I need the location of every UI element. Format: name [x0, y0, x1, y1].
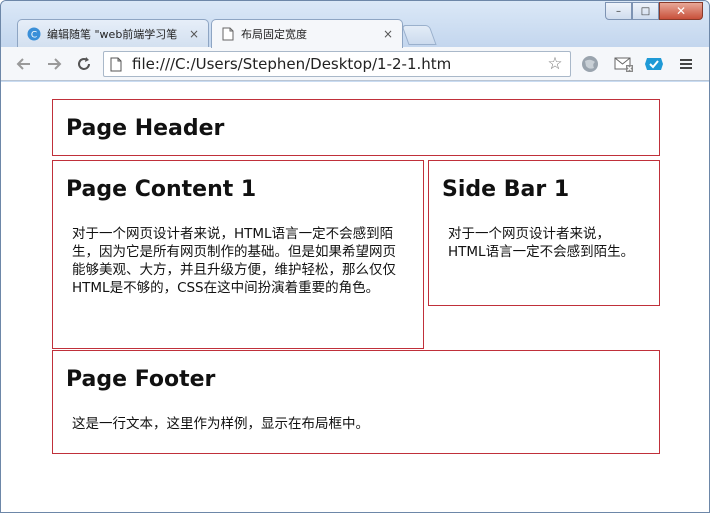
close-tab-icon[interactable]: × — [186, 27, 202, 41]
tab-layout-fixed-width[interactable]: 布局固定宽度 × — [211, 19, 403, 48]
mail-icon[interactable] — [613, 54, 635, 74]
page-icon — [110, 57, 128, 72]
title-bar: C 编辑随笔 "web前端学习笔 × 布局固定宽度 × – □ ✕ — [1, 1, 709, 48]
maximize-button[interactable]: □ — [632, 2, 659, 20]
svg-text:C: C — [31, 30, 37, 40]
tab-title: 布局固定宽度 — [241, 28, 307, 41]
page-footer-box: Page Footer 这是一行文本，这里作为样例，显示在布局框中。 — [52, 350, 660, 454]
tab-editor[interactable]: C 编辑随笔 "web前端学习笔 × — [17, 19, 209, 47]
page-header-box: Page Header — [52, 99, 660, 156]
page-footer-title: Page Footer — [66, 367, 216, 392]
page-content-box: Page Content 1 对于一个网页设计者来说，HTML语言一定不会感到陌… — [52, 160, 424, 349]
page-content-title: Page Content 1 — [66, 177, 257, 202]
star-icon[interactable]: ☆ — [544, 54, 566, 74]
page-icon — [221, 27, 235, 41]
blog-favicon-icon: C — [27, 27, 41, 41]
extension-check-icon[interactable] — [643, 54, 665, 74]
close-window-button[interactable]: ✕ — [659, 2, 703, 20]
close-tab-icon[interactable]: × — [380, 27, 396, 41]
address-bar[interactable]: file:///C:/Users/Stephen/Desktop/1-2-1.h… — [103, 51, 571, 77]
reload-icon[interactable] — [73, 53, 95, 75]
page-content-text: 对于一个网页设计者来说，HTML语言一定不会感到陌生，因为它是所有网页制作的基础… — [72, 226, 396, 296]
forward-arrow-icon[interactable] — [43, 53, 65, 75]
page-footer-text: 这是一行文本，这里作为样例，显示在布局框中。 — [72, 416, 369, 432]
browser-toolbar: file:///C:/Users/Stephen/Desktop/1-2-1.h… — [1, 47, 709, 81]
globe-icon[interactable] — [579, 54, 601, 74]
sidebar-title: Side Bar 1 — [442, 177, 570, 202]
window-controls: – □ ✕ — [605, 2, 703, 20]
page-header-title: Page Header — [66, 116, 225, 141]
back-arrow-icon[interactable] — [13, 53, 35, 75]
minimize-button[interactable]: – — [605, 2, 632, 20]
menu-icon[interactable] — [675, 54, 697, 74]
sidebar-box: Side Bar 1 对于一个网页设计者来说，HTML语言一定不会感到陌生。 — [428, 160, 660, 306]
new-tab-button[interactable] — [401, 25, 437, 45]
page-viewport: Page Header Page Content 1 对于一个网页设计者来说，H… — [1, 82, 709, 512]
tab-title: 编辑随笔 "web前端学习笔 — [47, 27, 178, 41]
sidebar-text: 对于一个网页设计者来说，HTML语言一定不会感到陌生。 — [448, 226, 635, 260]
browser-window: C 编辑随笔 "web前端学习笔 × 布局固定宽度 × – □ ✕ file:/… — [0, 0, 710, 513]
url-text[interactable]: file:///C:/Users/Stephen/Desktop/1-2-1.h… — [132, 55, 544, 73]
